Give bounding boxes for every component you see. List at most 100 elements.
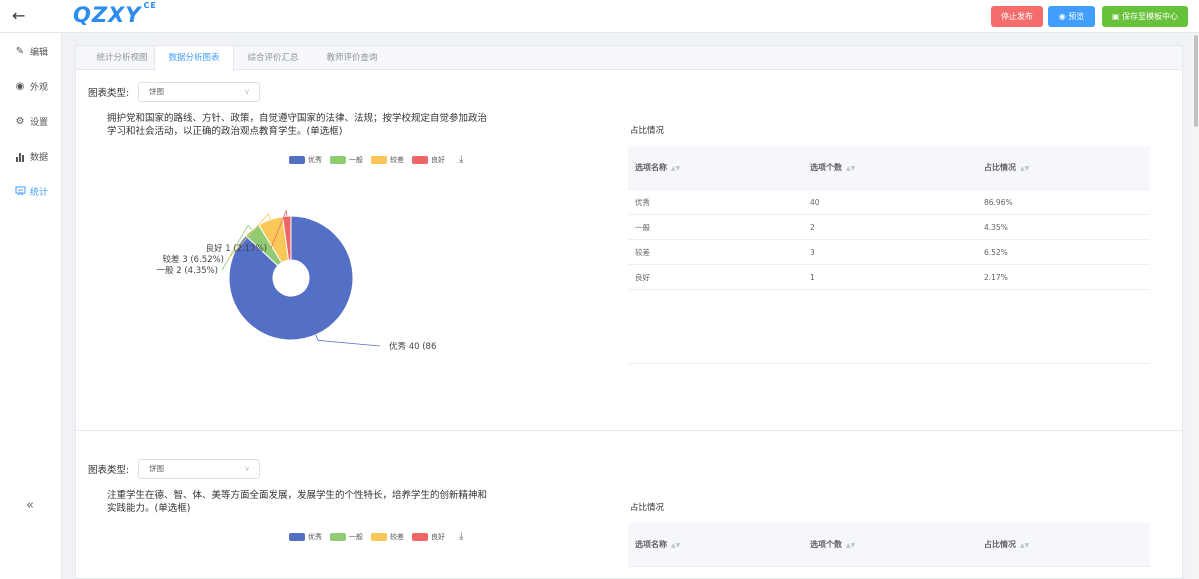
legend-label: 一般 xyxy=(349,532,363,541)
legend-label: 较差 xyxy=(390,532,404,541)
tab-data-charts[interactable]: 数据分析图表 xyxy=(154,46,234,71)
arrow-left-icon[interactable]: ← xyxy=(12,6,25,25)
pie-chart: 优秀 40 (86.96%) 一般 2 (4.35%)较差 3 (6.52%)良好… xyxy=(157,210,436,352)
save-to-template-button[interactable]: ▣ 保存至模板中心 xyxy=(1102,6,1188,27)
legend-swatch xyxy=(289,155,305,164)
sidebar-item-label: 编辑 xyxy=(30,48,49,58)
col-option-count[interactable]: 选项个数 ▲▼ xyxy=(810,146,855,191)
folder-icon: ▣ xyxy=(1111,12,1120,21)
cell: 1 xyxy=(810,273,815,282)
cell: 40 xyxy=(810,198,820,207)
sort-icon: ▲▼ xyxy=(846,165,856,172)
legend-item[interactable]: 优秀 xyxy=(289,532,322,542)
sidebar-item-edit[interactable]: ✎ 编辑 xyxy=(14,45,48,58)
header-label: 占比情况 xyxy=(984,163,1016,172)
sort-icon: ▲▼ xyxy=(1020,542,1030,549)
cell: 较差 xyxy=(635,248,650,257)
legend-label: 较差 xyxy=(390,155,404,164)
cell: 6.52% xyxy=(984,248,1008,257)
ratio-title: 占比情况 xyxy=(630,126,665,136)
download-icon[interactable]: ⤓ xyxy=(459,154,463,165)
cell: 良好 xyxy=(635,273,650,282)
section-divider xyxy=(76,430,1182,431)
legend-swatch xyxy=(330,532,346,541)
cell: 4.35% xyxy=(984,223,1008,232)
logo: QZXY CE xyxy=(73,1,157,27)
scrollbar-thumb[interactable] xyxy=(1194,35,1198,127)
tab-summary[interactable]: 综合评价汇总 xyxy=(234,46,312,70)
legend-label: 一般 xyxy=(349,155,363,164)
chart-legend: 优秀 一般 较差 良好 ⤓ xyxy=(289,531,463,542)
legend-item[interactable]: 优秀 xyxy=(289,155,322,165)
sidebar-item-statistics[interactable]: 统计 xyxy=(14,185,48,198)
pie-data-label: 较差 3 (6.52%) xyxy=(163,254,224,265)
eye-icon: ◉ xyxy=(1058,12,1066,21)
header-label: 选项个数 xyxy=(810,163,842,172)
sort-icon: ▲▼ xyxy=(671,165,681,172)
ratio-table: 选项名称 ▲▼ 选项个数 ▲▼ 占比情况 ▲▼ xyxy=(628,523,1150,567)
legend-swatch xyxy=(289,532,305,541)
ratio-table: 选项名称 ▲▼ 选项个数 ▲▼ 占比情况 ▲▼ 优秀 40 86.96% 一般 2 4.35%… xyxy=(628,146,1150,364)
double-chevron-left-icon[interactable]: « xyxy=(26,498,34,513)
stop-publish-button[interactable]: 停止发布 xyxy=(991,6,1043,27)
sort-icon: ▲▼ xyxy=(671,542,681,549)
legend-item[interactable]: 较差 xyxy=(371,155,404,165)
pie-data-label: 优秀 40 (86.96%) xyxy=(389,341,436,352)
col-option-name[interactable]: 选项名称 ▲▼ xyxy=(635,523,680,568)
chart-type-label: 图表类型: xyxy=(88,465,130,476)
col-ratio[interactable]: 占比情况 ▲▼ xyxy=(984,523,1029,568)
cell: 2.17% xyxy=(984,273,1008,282)
legend-item[interactable]: 良好 xyxy=(412,155,445,165)
tab-teacher-eval[interactable]: 教师评价查询 xyxy=(312,46,392,70)
table-header: 选项名称 ▲▼ 选项个数 ▲▼ 占比情况 ▲▼ xyxy=(628,146,1150,190)
select-value: 饼图 xyxy=(149,87,164,96)
header-label: 选项名称 xyxy=(635,540,667,549)
cell: 3 xyxy=(810,248,815,257)
bar-chart-icon xyxy=(14,151,26,163)
question-text: 注重学生在德、智、体、美等方面全面发展，发展学生的个性特长，培养学生的创新精神和… xyxy=(107,490,488,514)
ratio-title: 占比情况 xyxy=(630,503,665,513)
legend-item[interactable]: 良好 xyxy=(412,532,445,542)
header-label: 选项个数 xyxy=(810,540,842,549)
sidebar-item-appearance[interactable]: ◉ 外观 xyxy=(14,80,48,93)
table-row: 优秀 40 86.96% xyxy=(628,190,1150,215)
sidebar-item-settings[interactable]: ⚙ 设置 xyxy=(14,115,49,128)
gear-icon: ⚙ xyxy=(15,116,25,127)
cell: 一般 xyxy=(635,223,650,232)
presentation-icon xyxy=(14,186,26,198)
sidebar: ✎ 编辑 ◉ 外观 ⚙ 设置 数据 统计 « xyxy=(0,33,62,579)
cell: 2 xyxy=(810,223,815,232)
legend-swatch xyxy=(330,155,346,164)
chevron-down-icon: ∨ xyxy=(244,464,250,473)
chart-type-select[interactable]: 饼图 ∨ xyxy=(138,459,260,479)
sidebar-item-label: 外观 xyxy=(30,83,49,93)
sidebar-item-data[interactable]: 数据 xyxy=(14,150,48,163)
legend-swatch xyxy=(371,155,387,164)
legend-swatch xyxy=(371,532,387,541)
select-value: 饼图 xyxy=(149,464,164,473)
preview-button[interactable]: ◉ 预览 xyxy=(1048,6,1095,27)
cell: 86.96% xyxy=(984,198,1013,207)
pie-data-label: 良好 1 (2.17%) xyxy=(206,243,267,254)
sidebar-item-label: 数据 xyxy=(30,153,49,163)
legend-item[interactable]: 一般 xyxy=(330,155,363,165)
col-option-count[interactable]: 选项个数 ▲▼ xyxy=(810,523,855,568)
sidebar-item-label: 设置 xyxy=(30,118,49,128)
col-ratio[interactable]: 占比情况 ▲▼ xyxy=(984,146,1029,191)
legend-item[interactable]: 一般 xyxy=(330,532,363,542)
pencil-icon: ✎ xyxy=(15,46,25,57)
legend-swatch xyxy=(412,532,428,541)
download-icon[interactable]: ⤓ xyxy=(459,531,463,542)
chart-legend: 优秀 一般 较差 良好 ⤓ xyxy=(289,154,463,165)
chart-type-select[interactable]: 饼图 ∨ xyxy=(138,82,260,102)
save-label: 保存至模板中心 xyxy=(1122,12,1179,21)
legend-label: 良好 xyxy=(431,155,445,164)
col-option-name[interactable]: 选项名称 ▲▼ xyxy=(635,146,680,191)
table-row: 良好 1 2.17% xyxy=(628,265,1150,290)
table-row: 一般 2 4.35% xyxy=(628,215,1150,240)
header-label: 选项名称 xyxy=(635,163,667,172)
chevron-down-icon: ∨ xyxy=(244,87,250,96)
legend-item[interactable]: 较差 xyxy=(371,532,404,542)
pie-data-label: 一般 2 (4.35%) xyxy=(157,265,218,276)
preview-label: 预览 xyxy=(1068,12,1085,21)
